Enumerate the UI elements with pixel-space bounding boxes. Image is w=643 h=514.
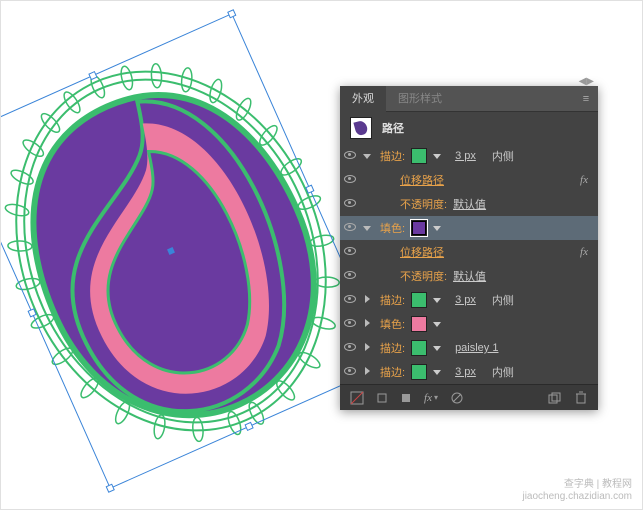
panel-footer: fx▾ [340,384,598,410]
appearance-subrow[interactable]: 不透明度: 默认值 [340,192,598,216]
visibility-toggle[interactable] [340,174,360,186]
attr-label: 描边: [380,148,405,164]
expand-toggle[interactable] [360,342,374,354]
add-stroke-button[interactable] [372,389,392,407]
attr-label: 填色: [380,220,405,236]
effect-label[interactable]: 不透明度: [400,268,447,284]
fx-icon[interactable]: fx [580,246,588,258]
fill-swatch[interactable] [411,316,427,332]
panel-menu-icon[interactable]: ≡ [574,93,598,105]
visibility-toggle[interactable] [340,366,360,378]
attr-label: 描边: [380,292,405,308]
appearance-panel: ◀▶ 外观 图形样式 ≡ 路径 描边:3 px内侧位移路径fx不透明度:默认值填… [340,86,598,410]
appearance-rows: 描边:3 px内侧位移路径fx不透明度:默认值填色:位移路径fx不透明度:默认值… [340,144,598,384]
visibility-toggle[interactable] [340,222,360,234]
no-selection-icon[interactable] [346,389,368,407]
swatch-dropdown-icon[interactable] [433,342,441,354]
fx-icon[interactable]: fx [580,174,588,186]
expand-toggle[interactable] [360,318,374,330]
expand-toggle[interactable] [360,150,374,162]
attr-label: 描边: [380,340,405,356]
tab-graphic-styles[interactable]: 图形样式 [386,86,454,112]
watermark-line1: 查字典 | 教程网 [522,479,632,491]
swatch-dropdown-icon[interactable] [433,318,441,330]
appearance-subrow[interactable]: 不透明度: 默认值 [340,264,598,288]
expand-toggle[interactable] [360,222,374,234]
stroke-swatch[interactable] [411,292,427,308]
stroke-align: 内侧 [492,148,514,164]
expand-toggle[interactable] [360,366,374,378]
delete-button[interactable] [570,389,592,407]
stroke-row[interactable]: 描边: 3 px 内侧 [340,360,598,384]
stroke-weight[interactable]: 3 px [455,366,476,378]
add-fill-button[interactable] [396,389,416,407]
effect-label[interactable]: 不透明度: [400,196,447,212]
watermark-line2: jiaocheng.chazidian.com [522,491,632,503]
stroke-swatch[interactable] [411,340,427,356]
visibility-toggle[interactable] [340,342,360,354]
stroke-align: 内侧 [492,364,514,380]
attr-label: 填色: [380,316,405,332]
stroke-weight[interactable]: 3 px [455,150,476,162]
visibility-toggle[interactable] [340,294,360,306]
visibility-toggle[interactable] [340,270,360,282]
stroke-row[interactable]: 描边: 3 px 内侧 [340,144,598,168]
clear-appearance-button[interactable] [446,389,468,407]
stroke-weight[interactable]: 3 px [455,294,476,306]
path-header-row[interactable]: 路径 [340,112,598,144]
stroke-swatch[interactable] [411,364,427,380]
expand-toggle[interactable] [360,294,374,306]
fill-row[interactable]: 填色: [340,312,598,336]
path-label: 路径 [382,120,404,136]
opacity-value[interactable]: 默认值 [453,196,486,212]
attr-label: 描边: [380,364,405,380]
swatch-dropdown-icon[interactable] [433,366,441,378]
stroke-weight[interactable]: paisley 1 [455,342,498,354]
stroke-row[interactable]: 描边: 3 px 内侧 [340,288,598,312]
tab-appearance[interactable]: 外观 [340,86,386,112]
swatch-dropdown-icon[interactable] [433,222,441,234]
visibility-toggle[interactable] [340,246,360,258]
watermark: 查字典 | 教程网 jiaocheng.chazidian.com [522,479,632,503]
opacity-value[interactable]: 默认值 [453,268,486,284]
add-effect-button[interactable]: fx▾ [420,389,442,407]
duplicate-button[interactable] [544,389,566,407]
appearance-subrow[interactable]: 位移路径 fx [340,240,598,264]
visibility-toggle[interactable] [340,318,360,330]
effect-label[interactable]: 位移路径 [400,172,444,188]
stroke-align: 内侧 [492,292,514,308]
effect-label[interactable]: 位移路径 [400,244,444,260]
stroke-swatch[interactable] [411,148,427,164]
stroke-row[interactable]: 描边: paisley 1 [340,336,598,360]
path-thumbnail [350,117,372,139]
visibility-toggle[interactable] [340,198,360,210]
fill-swatch[interactable] [411,220,427,236]
swatch-dropdown-icon[interactable] [433,150,441,162]
visibility-toggle[interactable] [340,150,360,162]
appearance-subrow[interactable]: 位移路径 fx [340,168,598,192]
swatch-dropdown-icon[interactable] [433,294,441,306]
fill-row[interactable]: 填色: [340,216,598,240]
panel-header: 外观 图形样式 ≡ [340,86,598,112]
